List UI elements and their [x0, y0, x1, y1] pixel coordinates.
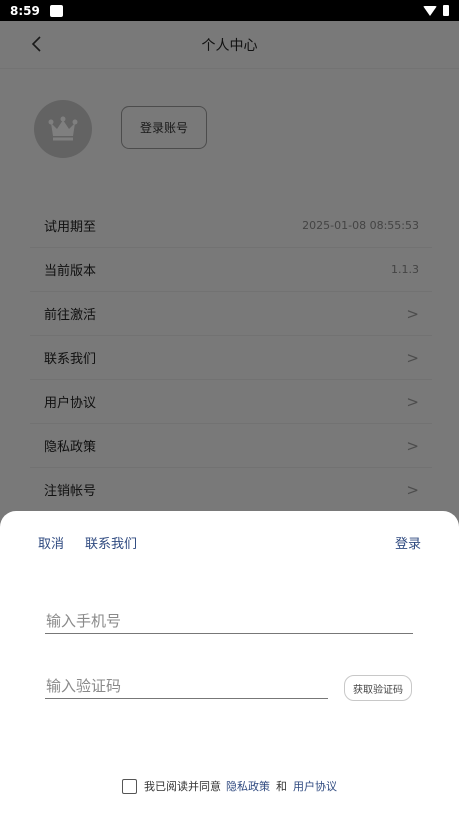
- verification-code-input[interactable]: [45, 673, 328, 699]
- get-code-button[interactable]: 获取验证码: [344, 675, 412, 701]
- status-bar: 8:59: [0, 0, 459, 21]
- login-bottom-sheet: 取消 联系我们 登录 获取验证码 我已阅读并同意 隐私政策 和 用户协议: [0, 511, 459, 817]
- contact-us-link[interactable]: 联系我们: [85, 533, 137, 552]
- phone-number-input[interactable]: [45, 608, 413, 634]
- status-time: 8:59: [10, 3, 40, 18]
- agreement-row: 我已阅读并同意 隐私政策 和 用户协议: [122, 778, 337, 794]
- battery-icon: [443, 5, 449, 16]
- login-submit-button[interactable]: 登录: [395, 533, 421, 552]
- user-agreement-link[interactable]: 用户协议: [293, 778, 337, 794]
- cancel-button[interactable]: 取消: [38, 533, 64, 552]
- agreement-checkbox[interactable]: [122, 778, 137, 794]
- notification-icon: [49, 4, 63, 17]
- and-text: 和: [276, 780, 287, 793]
- status-icons: [423, 5, 449, 16]
- wifi-icon: [423, 5, 437, 16]
- agreement-text: 我已阅读并同意: [144, 780, 221, 793]
- privacy-policy-link[interactable]: 隐私政策: [226, 778, 270, 794]
